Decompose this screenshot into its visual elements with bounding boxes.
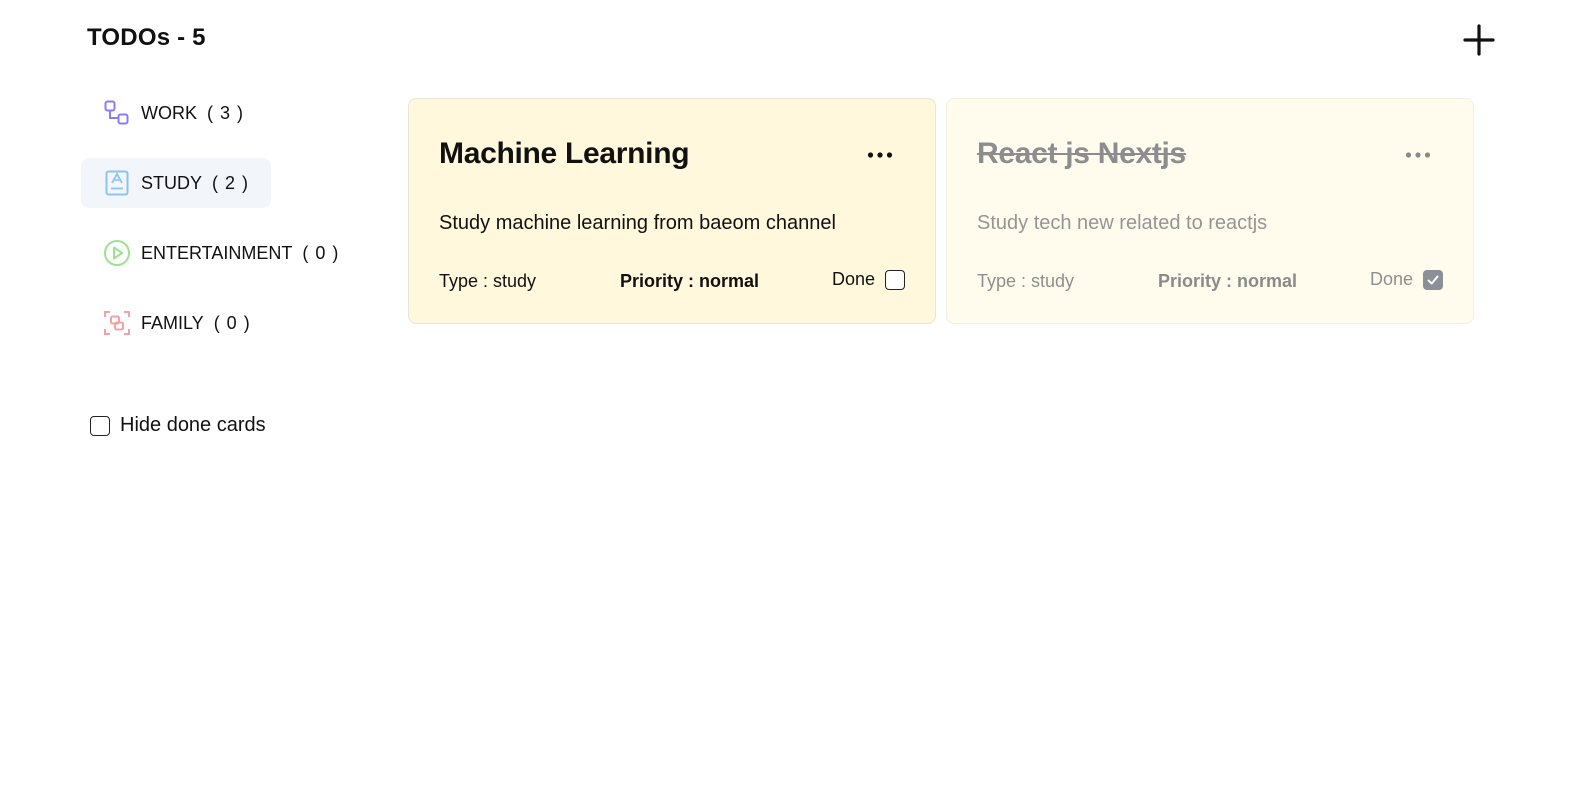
- card-type: Type : study: [977, 271, 1075, 291]
- sidebar-item-family[interactable]: FAMILY ( 0 ): [81, 298, 273, 348]
- card-done-label: Done: [831, 269, 875, 289]
- book-icon: [103, 169, 131, 197]
- todo-card[interactable]: React js Nextjs Study tech new related t…: [946, 98, 1474, 324]
- more-icon: [867, 152, 893, 158]
- hide-done-checkbox[interactable]: [90, 415, 110, 436]
- sidebar-item-count: ( 2 ): [212, 172, 250, 193]
- card-footer: Type : study Priority : normal Done: [439, 269, 905, 293]
- card-title: Machine Learning: [439, 137, 690, 170]
- card-done-checkbox[interactable]: [885, 269, 905, 290]
- hide-done-label: Hide done cards: [120, 414, 266, 436]
- sidebar-item-study[interactable]: STUDY ( 2 ): [81, 158, 272, 208]
- sidebar-item-label: STUDY: [141, 172, 203, 193]
- card-done-toggle[interactable]: Done: [832, 269, 905, 290]
- sidebar-item-label: WORK: [141, 102, 197, 123]
- work-icon: [103, 99, 131, 127]
- card-description: Study tech new related to reactjs: [977, 212, 1268, 234]
- todo-card[interactable]: Machine Learning Study machine learning …: [408, 98, 936, 324]
- sidebar-item-count: ( 0 ): [302, 242, 340, 263]
- add-todo-button[interactable]: [1461, 22, 1497, 58]
- sidebar-item-label: FAMILY: [141, 312, 204, 333]
- card-done-label: Done: [1369, 269, 1413, 289]
- card-menu-button[interactable]: [1403, 143, 1433, 167]
- card-type: Type : study: [439, 271, 537, 291]
- card-priority: Priority : normal: [620, 271, 760, 291]
- sidebar-item-count: ( 3 ): [207, 102, 245, 123]
- sidebar-item-count: ( 0 ): [213, 312, 251, 333]
- sidebar-item-entertainment[interactable]: ENTERTAINMENT ( 0 ): [81, 228, 361, 278]
- card-footer: Type : study Priority : normal Done: [977, 269, 1443, 293]
- sidebar: WORK ( 3 ) STUDY ( 2 ) ENTERTAINMENT ( 0…: [81, 88, 381, 368]
- family-icon: [103, 309, 131, 337]
- card-menu-button[interactable]: [865, 143, 895, 167]
- check-icon: [1427, 275, 1439, 284]
- play-icon: [103, 239, 131, 267]
- header: TODOs - 5: [87, 22, 1497, 58]
- card-title: React js Nextjs: [977, 137, 1186, 170]
- hide-done-toggle[interactable]: Hide done cards: [90, 414, 266, 437]
- sidebar-item-label: ENTERTAINMENT: [141, 242, 293, 263]
- card-priority: Priority : normal: [1158, 271, 1298, 291]
- page-title: TODOs - 5: [87, 24, 206, 51]
- card-done-toggle[interactable]: Done: [1370, 269, 1443, 290]
- card-description: Study machine learning from baeom channe…: [439, 212, 836, 234]
- sidebar-item-work[interactable]: WORK ( 3 ): [81, 88, 266, 138]
- more-icon: [1405, 152, 1431, 158]
- card-done-checkbox[interactable]: [1423, 269, 1443, 290]
- plus-icon: [1463, 24, 1495, 56]
